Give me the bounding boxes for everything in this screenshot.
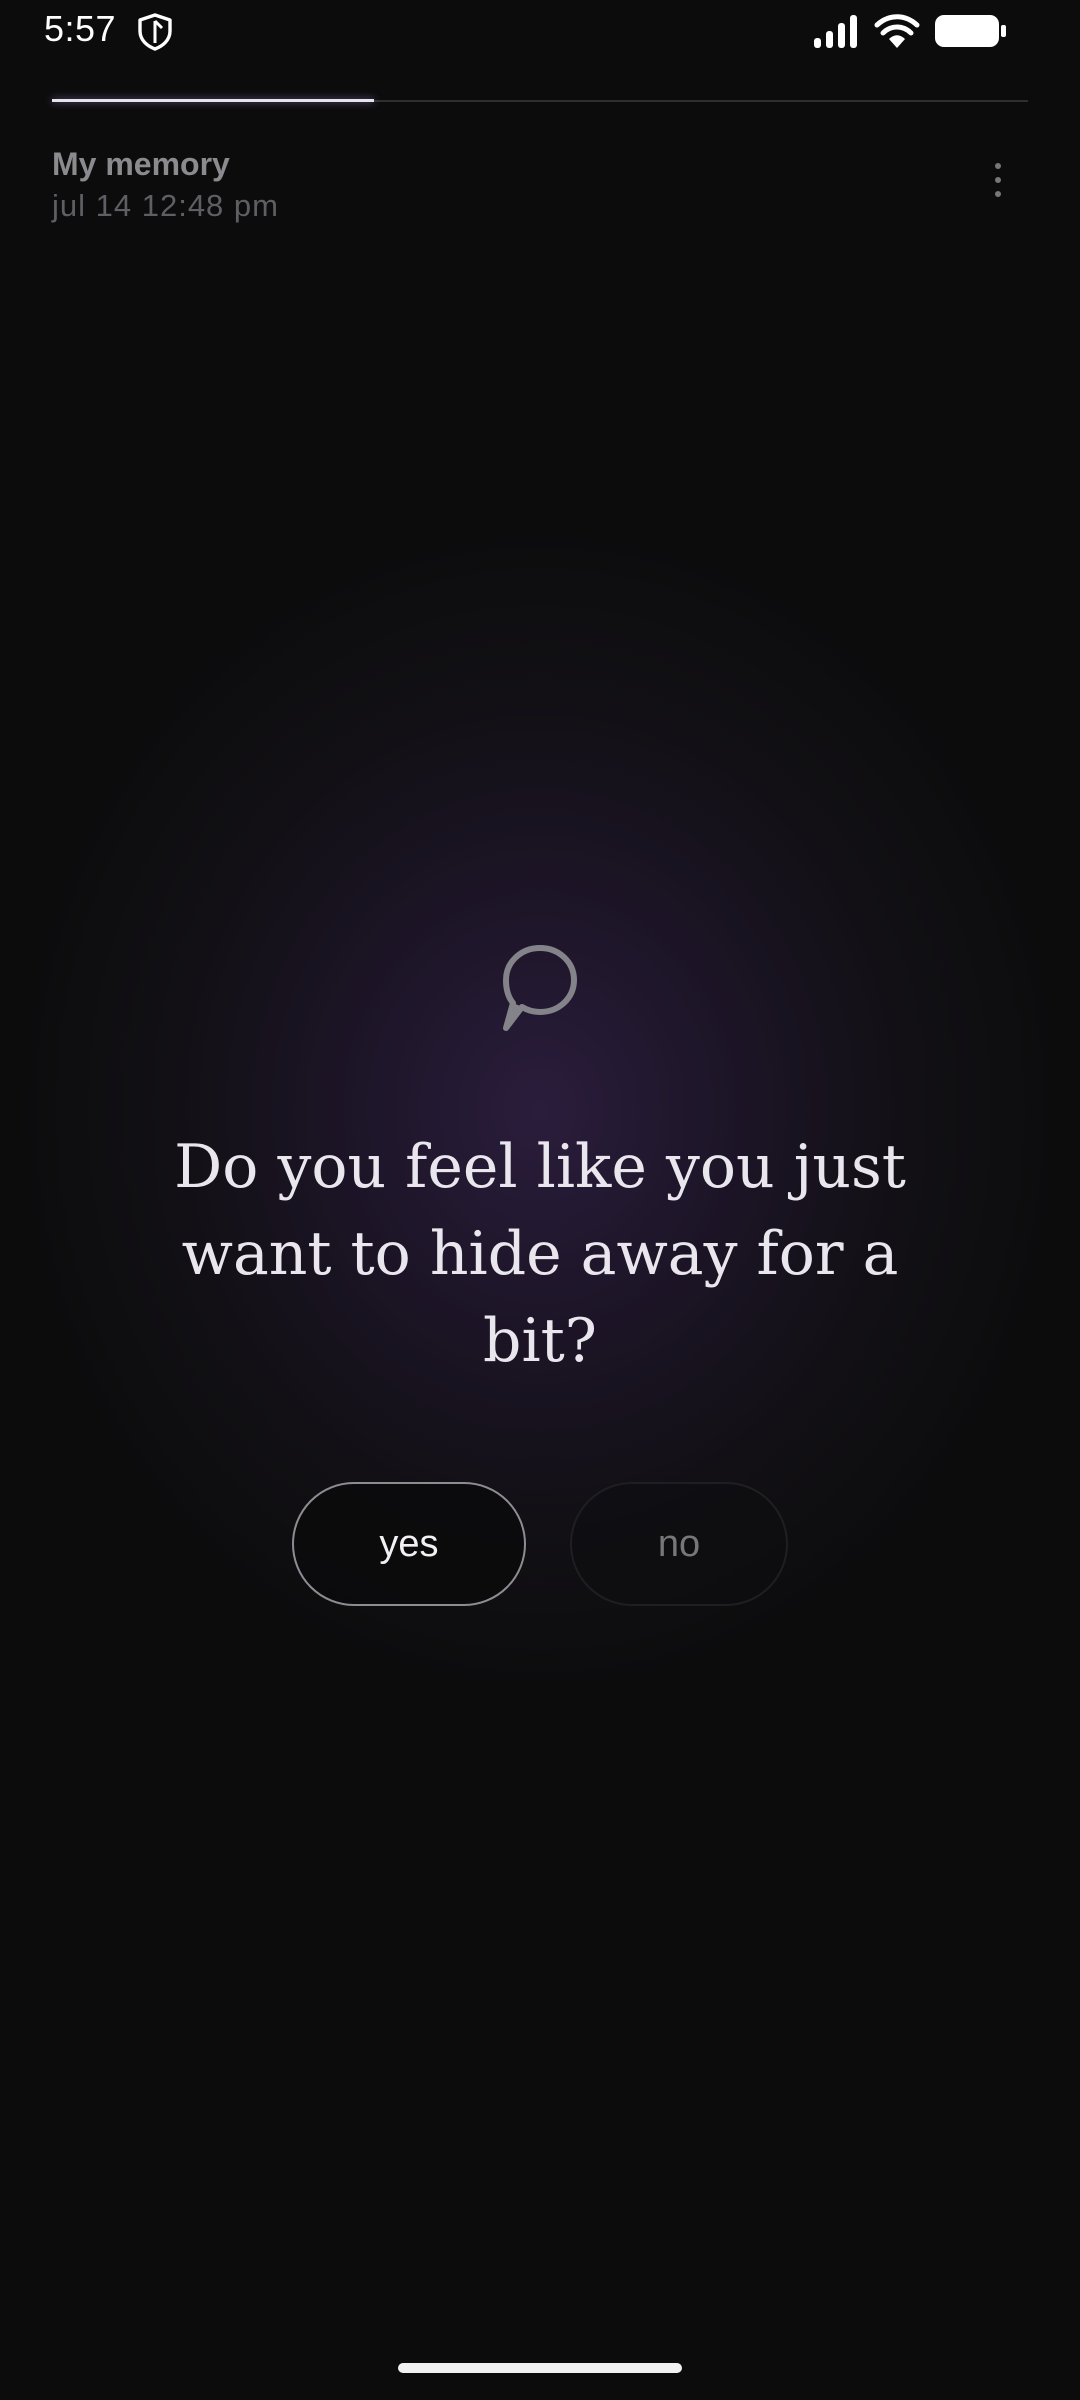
status-time: 5:57 [44,8,117,49]
shield-icon [138,13,172,51]
yes-button[interactable]: yes [292,1482,526,1606]
memory-date: jul 14 12:48 pm [52,188,279,223]
signal-icon [814,15,857,48]
home-indicator[interactable] [398,2363,682,2373]
answer-buttons: yes no [0,1482,1080,1610]
wifi-icon [874,14,920,48]
more-options-button[interactable] [968,150,1028,210]
status-bar: 5:57 [0,0,1080,64]
header: My memory jul 14 12:48 pm [52,144,1028,234]
speech-bubble-icon [503,945,577,1031]
screen: 5:57 My memory jul 14 12:48 pm Do you fe… [0,0,1080,2400]
question-text: Do you feel like you just want to hide a… [174,1132,906,1376]
progress-track [52,99,1028,102]
battery-icon [935,15,1006,47]
more-vertical-icon [995,163,1001,197]
progress-fill [52,99,375,102]
no-button[interactable]: no [570,1482,788,1606]
memory-title: My memory [52,146,230,182]
